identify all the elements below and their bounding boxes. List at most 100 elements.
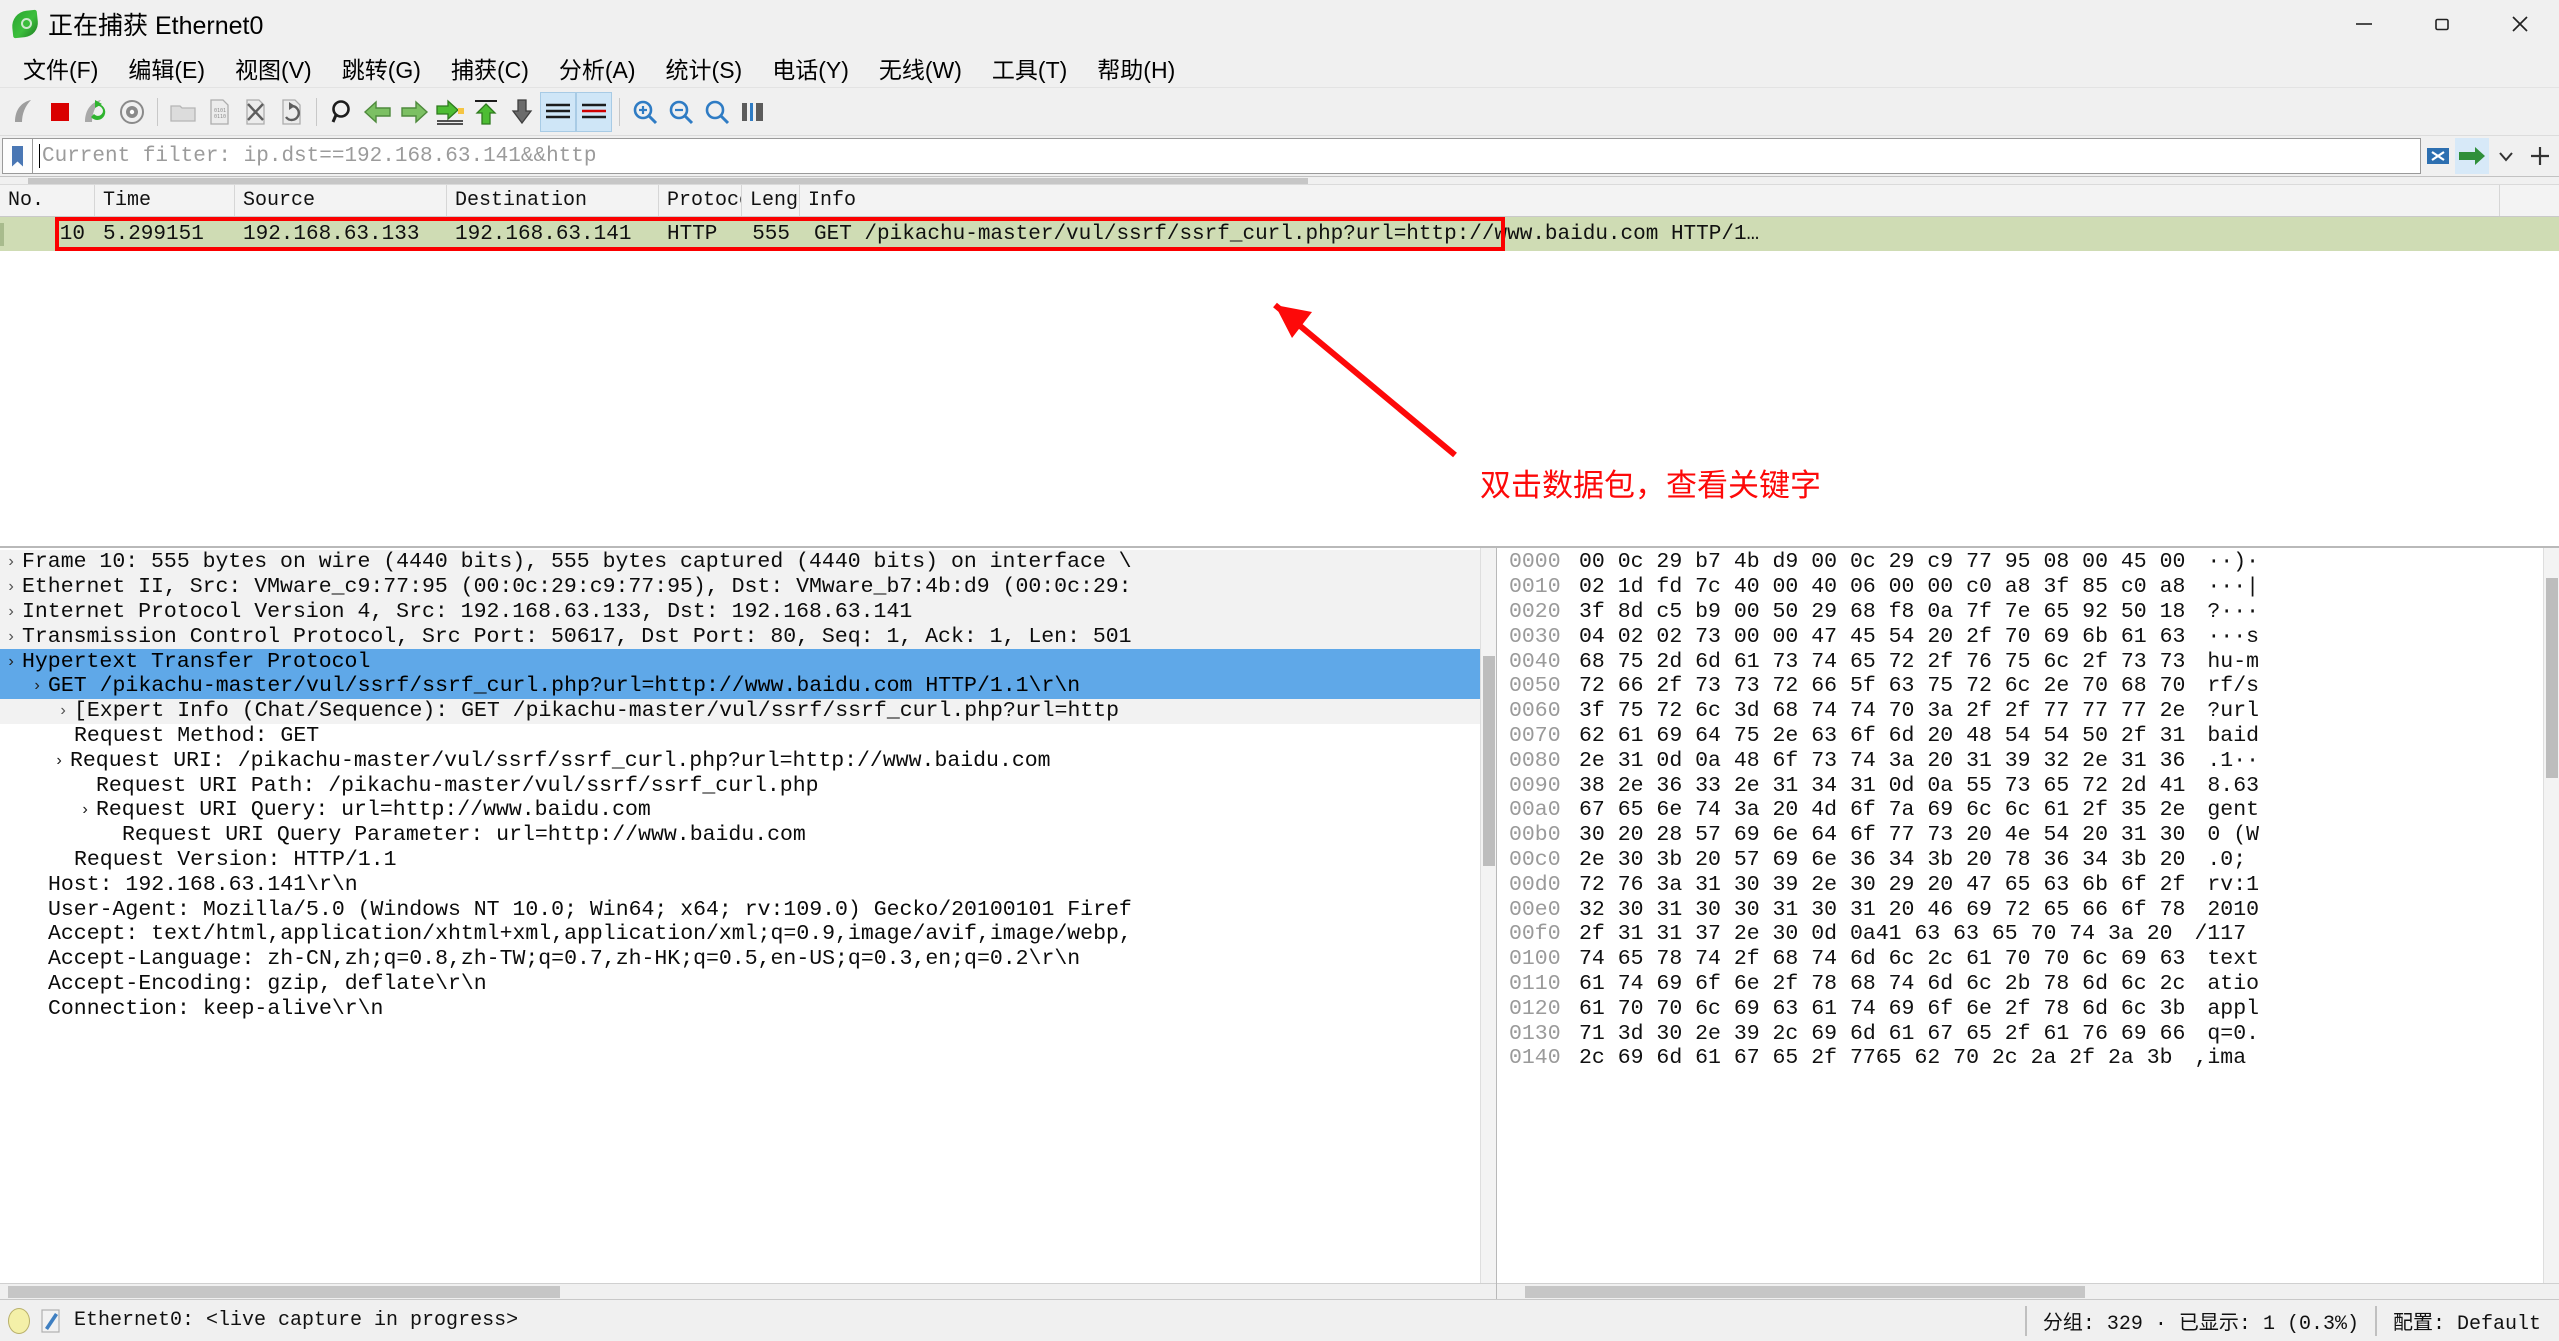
tree-row-expert-info[interactable]: › [Expert Info (Chat/Sequence): GET /pik…	[0, 698, 1496, 724]
apply-filter-arrow-icon[interactable]	[2455, 138, 2489, 174]
hex-row[interactable]: 0080 2e 31 0d 0a 48 6f 73 74 3a 20 31 39…	[1497, 748, 2559, 773]
chevron-right-icon[interactable]: ›	[0, 628, 22, 646]
chevron-right-icon[interactable]: ›	[0, 553, 22, 571]
resize-columns-icon[interactable]	[735, 92, 771, 132]
hex-row[interactable]: 0100 74 65 78 74 2f 68 74 6d 6c 2c 61 70…	[1497, 947, 2559, 972]
column-header-time[interactable]: Time	[95, 185, 235, 216]
hex-row[interactable]: 0070 62 61 69 64 75 2e 63 6f 6d 20 48 54…	[1497, 724, 2559, 749]
hex-row[interactable]: 00f0 2f 31 31 37 2e 30 0d 0a 41 63 63 65…	[1497, 922, 2559, 947]
tree-row-accept-header[interactable]: Accept: text/html,application/xhtml+xml,…	[0, 922, 1496, 947]
hex-row[interactable]: 0020 3f 8d c5 b9 00 50 29 68 f8 0a 7f 7e…	[1497, 600, 2559, 625]
tree-row-frame[interactable]: › Frame 10: 555 bytes on wire (4440 bits…	[0, 550, 1496, 575]
capture-file-properties-icon[interactable]	[40, 1308, 62, 1334]
menu-help[interactable]: 帮助(H)	[1082, 47, 1190, 89]
tree-row-tcp[interactable]: › Transmission Control Protocol, Src Por…	[0, 624, 1496, 650]
packet-details-vertical-scrollbar[interactable]	[1480, 548, 1496, 1283]
menu-file[interactable]: 文件(F)	[8, 47, 113, 89]
hex-row[interactable]: 00a0 67 65 6e 74 3a 20 4d 6f 7a 69 6c 6c…	[1497, 798, 2559, 823]
table-row[interactable]: 10 5.299151 192.168.63.133 192.168.63.14…	[0, 217, 2559, 251]
close-file-icon[interactable]	[237, 92, 273, 132]
hex-row[interactable]: 0050 72 66 2f 73 73 72 66 5f 63 75 72 6c…	[1497, 674, 2559, 699]
menu-analyze[interactable]: 分析(A)	[544, 47, 651, 89]
hex-row[interactable]: 0120 61 70 70 6c 69 63 61 74 69 6f 6e 2f…	[1497, 996, 2559, 1021]
save-file-icon[interactable]: 0101 0110	[201, 92, 237, 132]
capture-options-gear-icon[interactable]	[114, 92, 150, 132]
menu-go[interactable]: 跳转(G)	[327, 47, 436, 89]
chevron-down-icon[interactable]: ›	[0, 653, 22, 671]
hex-row[interactable]: 00b0 30 20 28 57 69 6e 64 6f 77 73 20 4e…	[1497, 823, 2559, 848]
hex-row[interactable]: 00d0 72 76 3a 31 30 39 2e 30 29 20 47 65…	[1497, 872, 2559, 897]
hex-row[interactable]: 0110 61 74 69 6f 6e 2f 78 68 74 6d 6c 2b…	[1497, 972, 2559, 997]
add-filter-button-icon[interactable]	[2523, 138, 2557, 174]
hex-row[interactable]: 0040 68 75 2d 6d 61 73 74 65 72 2f 76 75…	[1497, 649, 2559, 674]
menu-edit[interactable]: 编辑(E)	[113, 47, 220, 89]
column-header-length[interactable]: Length	[742, 185, 800, 216]
packet-list-pane[interactable]: No. Time Source Destination Protocol Len…	[0, 176, 2559, 546]
tree-row-request-uri-query[interactable]: › Request URI Query: url=http://www.baid…	[0, 798, 1496, 823]
tree-row-request-uri-path[interactable]: Request URI Path: /pikachu-master/vul/ss…	[0, 773, 1496, 798]
zoom-out-icon[interactable]	[663, 92, 699, 132]
chevron-right-icon[interactable]: ›	[0, 578, 22, 596]
tree-row-host-header[interactable]: Host: 192.168.63.141\r\n	[0, 872, 1496, 897]
hex-row[interactable]: 0000 00 0c 29 b7 4b d9 00 0c 29 c9 77 95…	[1497, 550, 2559, 575]
column-header-info[interactable]: Info	[800, 185, 2500, 216]
menu-telephony[interactable]: 电话(Y)	[757, 47, 864, 89]
hex-row[interactable]: 0030 04 02 02 73 00 00 47 45 54 20 2f 70…	[1497, 624, 2559, 649]
zoom-in-icon[interactable]	[627, 92, 663, 132]
clear-filter-x-icon[interactable]	[2421, 138, 2455, 174]
close-icon[interactable]	[2481, 0, 2559, 48]
menu-tools[interactable]: 工具(T)	[977, 47, 1082, 89]
start-capture-icon[interactable]	[6, 92, 42, 132]
tree-row-accept-encoding-header[interactable]: Accept-Encoding: gzip, deflate\r\n	[0, 972, 1496, 997]
menu-view[interactable]: 视图(V)	[220, 47, 327, 89]
chevron-down-icon[interactable]	[2489, 138, 2523, 174]
column-header-source[interactable]: Source	[235, 185, 447, 216]
chevron-right-icon[interactable]: ›	[52, 702, 74, 720]
hex-row[interactable]: 00c0 2e 30 3b 20 57 69 6e 36 34 3b 20 78…	[1497, 848, 2559, 873]
tree-row-ethernet[interactable]: › Ethernet II, Src: VMware_c9:77:95 (00:…	[0, 574, 1496, 600]
tree-row-user-agent-header[interactable]: User-Agent: Mozilla/5.0 (Windows NT 10.0…	[0, 897, 1496, 922]
reload-file-icon[interactable]	[273, 92, 309, 132]
colorize-packet-list-icon[interactable]	[576, 91, 612, 132]
chevron-down-icon[interactable]: ›	[48, 752, 70, 770]
open-file-folder-icon[interactable]	[165, 92, 201, 132]
packet-details-horizontal-scrollbar[interactable]	[0, 1283, 1496, 1299]
hex-row[interactable]: 0130 71 3d 30 2e 39 2c 69 6d 61 67 65 2f…	[1497, 1021, 2559, 1046]
tree-row-connection-header[interactable]: Connection: keep-alive\r\n	[0, 996, 1496, 1021]
find-packet-magnifier-icon[interactable]	[324, 92, 360, 132]
minimize-icon[interactable]	[2325, 0, 2403, 48]
normal-size-icon[interactable]	[699, 92, 735, 132]
packet-bytes-pane[interactable]: 0000 00 0c 29 b7 4b d9 00 0c 29 c9 77 95…	[1497, 548, 2559, 1299]
expert-info-circle-icon[interactable]	[8, 1307, 30, 1334]
tree-row-accept-language-header[interactable]: Accept-Language: zh-CN,zh;q=0.8,zh-TW;q=…	[0, 947, 1496, 972]
packet-bytes-vertical-scrollbar[interactable]	[2543, 548, 2559, 1283]
tree-row-request-uri[interactable]: › Request URI: /pikachu-master/vul/ssrf/…	[0, 748, 1496, 773]
display-filter-input[interactable]: Current filter: ip.dst==192.168.63.141&&…	[32, 138, 2421, 174]
go-to-packet-icon[interactable]	[432, 92, 468, 132]
column-header-destination[interactable]: Destination	[447, 185, 659, 216]
auto-scroll-live-capture-icon[interactable]	[540, 91, 576, 132]
chevron-right-icon[interactable]: ›	[0, 603, 22, 621]
hex-row[interactable]: 00e0 32 30 31 30 30 31 30 31 20 46 69 72…	[1497, 897, 2559, 922]
tree-row-request-uri-query-parameter[interactable]: Request URI Query Parameter: url=http://…	[0, 823, 1496, 848]
status-profile[interactable]: 配置: Default	[2393, 1306, 2551, 1336]
tree-row-http[interactable]: › Hypertext Transfer Protocol	[0, 649, 1496, 674]
chevron-down-icon[interactable]: ›	[74, 801, 96, 819]
hex-row[interactable]: 0140 2c 69 6d 61 67 65 2f 77 65 62 70 2c…	[1497, 1046, 2559, 1071]
tree-row-request-method[interactable]: Request Method: GET	[0, 724, 1496, 749]
go-forward-arrow-icon[interactable]	[396, 92, 432, 132]
column-header-no[interactable]: No.	[0, 185, 95, 216]
packet-details-pane[interactable]: › Frame 10: 555 bytes on wire (4440 bits…	[0, 548, 1497, 1299]
packet-list-horizontal-scrollbar[interactable]	[0, 177, 2559, 185]
tree-row-request-version[interactable]: Request Version: HTTP/1.1	[0, 848, 1496, 873]
column-header-protocol[interactable]: Protocol	[659, 185, 742, 216]
hex-row[interactable]: 0010 02 1d fd 7c 40 00 40 06 00 00 c0 a8…	[1497, 575, 2559, 600]
go-back-arrow-icon[interactable]	[360, 92, 396, 132]
menu-capture[interactable]: 捕获(C)	[436, 47, 544, 89]
menu-wireless[interactable]: 无线(W)	[864, 47, 977, 89]
filter-bookmark-icon[interactable]	[2, 138, 32, 174]
tree-row-ipv4[interactable]: › Internet Protocol Version 4, Src: 192.…	[0, 599, 1496, 625]
go-to-first-packet-icon[interactable]	[468, 92, 504, 132]
menu-statistics[interactable]: 统计(S)	[651, 47, 758, 89]
chevron-down-icon[interactable]: ›	[26, 677, 48, 695]
